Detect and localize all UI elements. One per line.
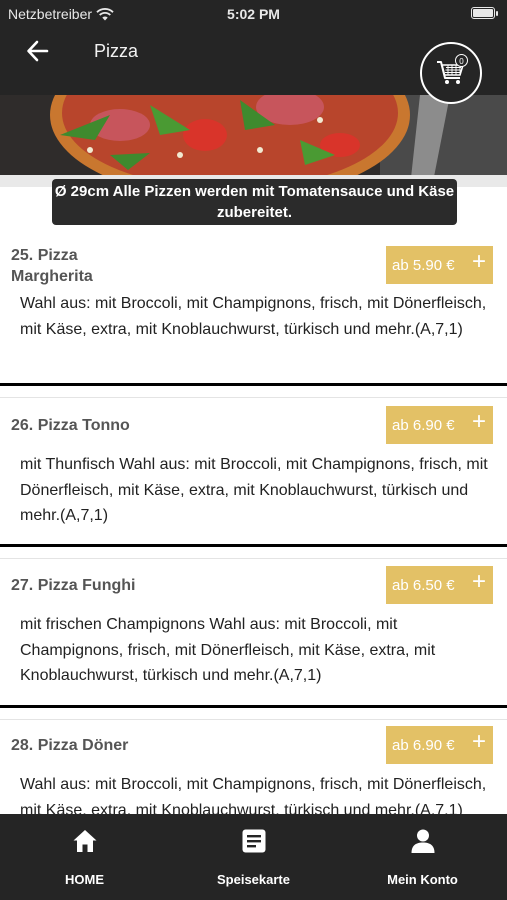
- menu-list-icon: [242, 829, 265, 853]
- plus-icon: +: [471, 568, 486, 595]
- cart-button[interactable]: 0: [420, 42, 482, 104]
- status-bar: Netzbetreiber 5:02 PM: [0, 0, 507, 28]
- product-list[interactable]: 25. Pizza Margherita ab 5.90 € + Wahl au…: [0, 236, 507, 814]
- add-to-cart-button[interactable]: ab 6.50 € +: [386, 566, 493, 604]
- tab-home-label: HOME: [65, 872, 104, 887]
- product-name: 26. Pizza Tonno: [11, 417, 130, 434]
- tab-account[interactable]: Mein Konto: [338, 814, 507, 900]
- category-hero-image: [0, 95, 507, 187]
- tab-home[interactable]: HOME: [0, 814, 169, 900]
- category-info-banner: Ø 29cm Alle Pizzen werden mit Tomatensau…: [52, 179, 457, 225]
- plus-icon: +: [471, 248, 486, 275]
- price-label: ab 6.50 €: [392, 576, 455, 594]
- product-card: 25. Pizza Margherita ab 5.90 € + Wahl au…: [0, 236, 507, 386]
- product-name: 27. Pizza Funghi: [11, 577, 136, 594]
- product-card: 28. Pizza Döner ab 6.90 € + Wahl aus: mi…: [0, 720, 507, 814]
- product-description: Wahl aus: mit Broccoli, mit Champignons,…: [20, 295, 487, 338]
- bottom-navigation: HOME Speisekarte Mein Konto: [0, 814, 507, 900]
- product-card: 27. Pizza Funghi ab 6.50 € + mit frische…: [0, 559, 507, 708]
- user-icon: [411, 829, 434, 853]
- product-description: Wahl aus: mit Broccoli, mit Champignons,…: [20, 776, 487, 814]
- product-description: mit frischen Champignons Wahl aus: mit B…: [20, 616, 436, 684]
- tab-account-label: Mein Konto: [387, 872, 458, 887]
- plus-icon: +: [471, 728, 486, 755]
- product-name: 25. Pizza Margherita: [11, 247, 93, 285]
- back-arrow-icon: [27, 40, 49, 62]
- product-name: 28. Pizza Döner: [11, 737, 129, 754]
- price-label: ab 5.90 €: [392, 256, 455, 274]
- product-card: 26. Pizza Tonno ab 6.90 € + mit Thunfisc…: [0, 398, 507, 547]
- price-label: ab 6.90 €: [392, 736, 455, 754]
- back-button[interactable]: [25, 38, 55, 66]
- battery-icon: [471, 7, 498, 19]
- home-icon: [73, 830, 96, 852]
- product-description: mit Thunfisch Wahl aus: mit Broccoli, mi…: [20, 456, 488, 524]
- plus-icon: +: [471, 408, 486, 435]
- status-time: 5:02 PM: [227, 6, 280, 22]
- tab-menu[interactable]: Speisekarte: [169, 814, 338, 900]
- page-title: Pizza: [94, 41, 139, 61]
- add-to-cart-button[interactable]: ab 6.90 € +: [386, 726, 493, 764]
- add-to-cart-button[interactable]: ab 6.90 € +: [386, 406, 493, 444]
- cart-count-badge: 0: [455, 54, 468, 67]
- price-label: ab 6.90 €: [392, 416, 455, 434]
- tab-menu-label: Speisekarte: [217, 872, 290, 887]
- add-to-cart-button[interactable]: ab 5.90 € +: [386, 246, 493, 284]
- pizza-image: [0, 95, 507, 187]
